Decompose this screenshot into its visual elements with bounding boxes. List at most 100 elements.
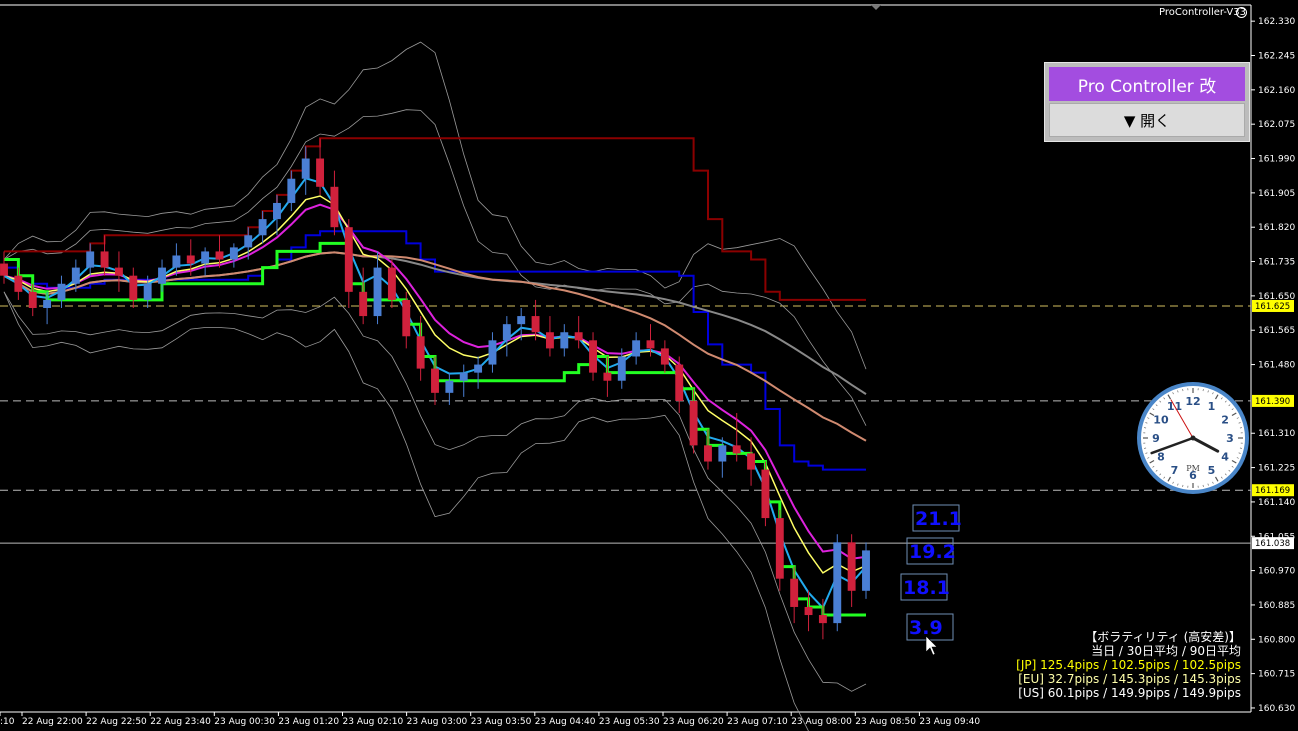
bear-candle-body [747, 453, 756, 470]
bear-candle-body [660, 348, 669, 365]
clock-ampm-label: PM [1186, 464, 1200, 473]
bear-candle-body [100, 251, 109, 268]
price-tick-label: 161.990 [1258, 155, 1295, 165]
bear-candle-body [28, 291, 37, 308]
price-tag-label: 161.390 [1255, 397, 1290, 407]
price-tick-label: 160.885 [1258, 601, 1295, 611]
bull-candle-body [301, 158, 310, 179]
time-tick-label: 23 Aug 05:30 [599, 717, 660, 727]
bear-candle-body [775, 518, 784, 579]
time-tick-label: 23 Aug 01:20 [278, 717, 339, 727]
bear-candle-body [761, 469, 770, 519]
volatility-us: [US] 60.1pips / 149.9pips / 149.9pips [1018, 686, 1241, 700]
bear-candle-body [416, 336, 425, 369]
time-tick-label: 23 Aug 07:10 [727, 717, 788, 727]
bear-candle-body [359, 291, 368, 317]
bull-candle-body [502, 324, 511, 341]
bull-candle-body [201, 251, 210, 264]
bear-candle-body [603, 372, 612, 381]
volatility-box-value: 21.1 [915, 508, 962, 530]
time-tick-label: 23 Aug 06:20 [663, 717, 724, 727]
price-tag-label: 161.625 [1255, 302, 1290, 312]
bull-candle-body [445, 380, 454, 393]
clock-numeral: 7 [1171, 464, 1179, 477]
time-tick-label: :10 [0, 717, 15, 727]
bear-candle-body [818, 615, 827, 624]
time-tick-label: 23 Aug 00:30 [214, 717, 275, 727]
bull-candle-body [244, 235, 253, 248]
bear-candle-body [847, 542, 856, 591]
time-tick-label: 23 Aug 03:50 [471, 717, 532, 727]
price-tick-label: 161.820 [1258, 223, 1295, 233]
bear-candle-body [531, 316, 540, 333]
volatility-box-value: 18.1 [903, 577, 950, 599]
price-tick-label: 160.970 [1258, 567, 1295, 577]
bear-candle-body [316, 158, 325, 187]
open-button[interactable]: ▼ 開く [1049, 103, 1245, 137]
bear-candle-body [0, 263, 8, 276]
bear-candle-body [344, 227, 353, 292]
time-tick-label: 23 Aug 09:40 [919, 717, 980, 727]
bull-candle-body [833, 542, 842, 624]
bull-candle-body [718, 445, 727, 462]
time-tick-label: 23 Aug 08:00 [791, 717, 852, 727]
clock-numeral: 2 [1221, 414, 1229, 427]
price-tick-label: 161.140 [1258, 498, 1295, 508]
bear-candle-body [790, 578, 799, 607]
time-tick-label: 22 Aug 23:40 [150, 717, 211, 727]
bull-candle-body [57, 283, 66, 300]
bull-candle-body [143, 283, 152, 300]
bear-candle-body [431, 368, 439, 393]
price-tag-label: 161.169 [1255, 486, 1290, 496]
bull-candle-body [617, 356, 626, 381]
pro-controller-title[interactable]: Pro Controller 改 [1049, 67, 1245, 101]
volatility-eu: [EU] 32.7pips / 145.3pips / 145.3pips [1018, 672, 1241, 686]
bear-candle-body [387, 267, 396, 300]
clock-numeral: 4 [1221, 451, 1229, 464]
bull-candle-body [258, 219, 267, 236]
time-tick-label: 23 Aug 03:00 [407, 717, 468, 727]
bear-candle-body [402, 299, 411, 337]
volatility-jp: [JP] 125.4pips / 102.5pips / 102.5pips [1016, 658, 1241, 672]
bull-candle-body [862, 550, 870, 591]
price-tick-label: 161.735 [1258, 258, 1295, 268]
bull-candle-body [287, 178, 296, 203]
bull-candle-body [172, 255, 181, 268]
bear-candle-body [114, 267, 123, 276]
bull-candle-body [560, 332, 569, 349]
price-tick-label: 160.715 [1258, 670, 1295, 680]
clock-center-pin [1190, 435, 1196, 441]
bull-candle-body [632, 340, 641, 357]
price-tick-label: 162.330 [1258, 17, 1295, 27]
price-tick-label: 161.225 [1258, 464, 1295, 474]
price-tick-label: 162.075 [1258, 120, 1295, 130]
time-tick-label: 23 Aug 08:50 [855, 717, 916, 727]
price-tick-label: 160.630 [1258, 704, 1295, 714]
clock-numeral: 8 [1157, 451, 1165, 464]
volatility-box-value: 19.2 [909, 541, 956, 563]
bear-candle-body [215, 251, 224, 260]
bear-candle-body [704, 445, 712, 462]
bear-candle-body [732, 445, 741, 454]
price-tick-label: 160.800 [1258, 635, 1295, 645]
bear-candle-body [545, 332, 554, 349]
price-axis-labels: 162.330 162.245 162.160 162.075 161.990 161.9… [1251, 17, 1295, 714]
bear-candle-body [646, 340, 655, 349]
smiley-icon [1236, 7, 1247, 18]
clock-numeral: 1 [1208, 400, 1216, 413]
time-tick-label: 22 Aug 22:00 [22, 717, 83, 727]
bear-candle-body [14, 275, 23, 292]
price-tick-label: 161.905 [1258, 189, 1295, 199]
bear-candle-body [804, 606, 813, 616]
bull-candle-body [229, 247, 238, 260]
bull-candle-body [43, 299, 52, 308]
indicator-title: ProController-V33 [1158, 7, 1246, 18]
bear-candle-body [129, 275, 138, 300]
price-tick-label: 162.245 [1258, 52, 1295, 62]
volatility-heading: 【ボラティリティ (高安差)】 [1085, 630, 1241, 644]
time-tick-label: 23 Aug 04:40 [535, 717, 596, 727]
pro-controller-panel: Pro Controller 改 ▼ 開く [1044, 62, 1250, 142]
bear-candle-body [675, 364, 684, 401]
time-tick-label: 22 Aug 22:50 [86, 717, 147, 727]
bull-candle-body [71, 267, 80, 284]
